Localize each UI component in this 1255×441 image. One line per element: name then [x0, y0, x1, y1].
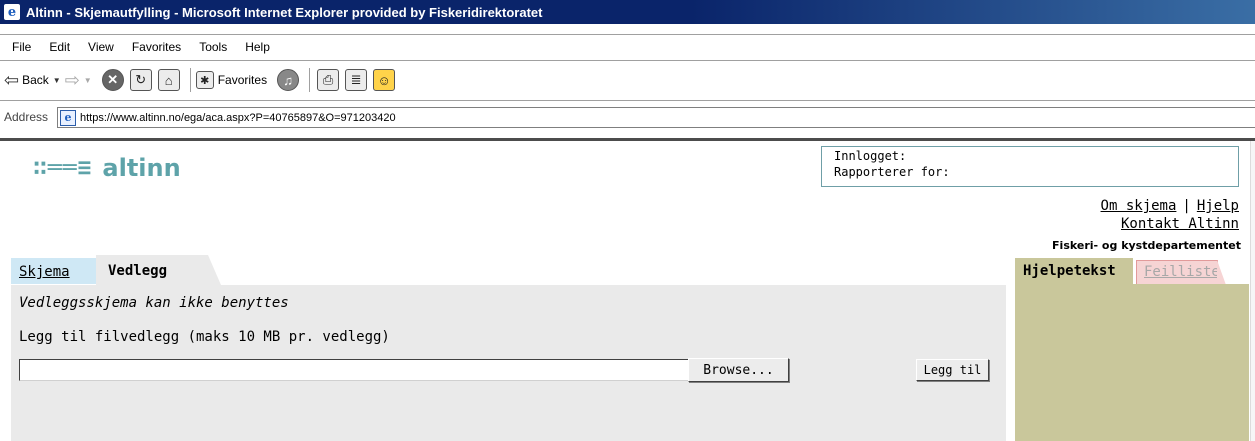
menu-separator	[0, 34, 1255, 36]
refresh-icon[interactable]: ↻	[129, 69, 152, 91]
tab-hjelpetekst[interactable]: Hjelpetekst	[1015, 258, 1133, 284]
attachments-panel: Vedleggsskjema kan ikke benyttes Legg ti…	[11, 285, 1006, 441]
address-separator	[0, 100, 1255, 102]
stop-icon[interactable]: ✕	[101, 69, 124, 91]
link-separator: |	[1182, 198, 1191, 214]
toolbar-divider-2	[309, 68, 312, 92]
tab-hjelpetekst-label: Hjelpetekst	[1023, 263, 1116, 279]
toolbar-divider	[189, 68, 192, 92]
toolbar-separator	[0, 60, 1255, 62]
altinn-logo-mark-icon: ∷══≡	[33, 155, 93, 181]
altinn-logo[interactable]: ∷══≡ altinn	[33, 150, 181, 186]
address-label: Address	[4, 110, 49, 124]
back-button[interactable]: ⇦ Back ▼	[4, 66, 65, 94]
help-link[interactable]: Hjelp	[1197, 198, 1239, 214]
back-dropdown-icon[interactable]: ▼	[53, 76, 61, 85]
menu-tools[interactable]: Tools	[189, 40, 235, 54]
address-input[interactable]: e https://www.altinn.no/ega/aca.aspx?P=4…	[57, 107, 1255, 128]
about-form-link[interactable]: Om skjema	[1101, 198, 1177, 214]
tab-feilliste[interactable]: Feilliste	[1136, 260, 1226, 285]
back-arrow-icon: ⇦	[4, 69, 20, 90]
altinn-logo-text: altinn	[102, 154, 181, 182]
menu-file[interactable]: File	[0, 40, 39, 54]
print-icon[interactable]: ⎙	[317, 69, 340, 91]
page-icon: e	[60, 109, 76, 126]
reporting-for-label: Rapporterer for:	[834, 165, 950, 179]
favorites-label: Favorites	[217, 73, 268, 87]
browse-button[interactable]: Browse...	[688, 358, 789, 382]
logged-in-label: Innlogget:	[834, 149, 907, 163]
login-info-box: Innlogget: Rapporterer for:	[821, 146, 1239, 187]
favorites-icon: ✱	[195, 71, 214, 89]
favorites-button[interactable]: ✱ Favorites	[195, 66, 268, 94]
help-text-panel	[1015, 284, 1249, 441]
media-icon[interactable]: ♫	[277, 69, 300, 91]
home-icon[interactable]: ⌂	[157, 69, 180, 91]
tab-skjema-label: Skjema	[19, 264, 70, 280]
header-links: Om skjema | Hjelp Kontakt Altinn	[1101, 197, 1239, 233]
menu-edit[interactable]: Edit	[39, 40, 78, 54]
messenger-icon[interactable]: ☺	[373, 69, 396, 91]
menu-view[interactable]: View	[78, 40, 122, 54]
forward-button[interactable]: ⇨ ▼	[65, 66, 96, 94]
forward-arrow-icon: ⇨	[64, 69, 80, 90]
menu-help[interactable]: Help	[235, 40, 278, 54]
forward-dropdown-icon[interactable]: ▼	[84, 76, 92, 85]
ie-logo-icon: e	[4, 4, 20, 20]
window-title: Altinn - Skjemautfylling - Microsoft Int…	[26, 4, 543, 20]
file-path-input[interactable]	[19, 359, 697, 381]
toolbar: ⇦ Back ▼ ⇨ ▼ ✕ ↻ ⌂ ✱ Favorites ♫ ⎙ ≣ ☺	[0, 64, 560, 96]
menu-bar: File Edit View Favorites Tools Help	[0, 37, 278, 57]
page-scrollbar-edge[interactable]	[1250, 141, 1255, 441]
file-upload-label: Legg til filvedlegg (maks 10 MB pr. vedl…	[19, 329, 390, 345]
department-name: Fiskeri- og kystdepartementet	[1052, 239, 1241, 252]
address-url: https://www.altinn.no/ega/aca.aspx?P=407…	[80, 111, 396, 124]
page-top-border	[0, 138, 1255, 141]
contact-link[interactable]: Kontakt Altinn	[1121, 216, 1239, 232]
tab-vedlegg[interactable]: Vedlegg	[96, 255, 221, 285]
back-label: Back	[22, 73, 49, 87]
address-bar: Address e https://www.altinn.no/ega/aca.…	[0, 105, 1255, 129]
tab-vedlegg-label: Vedlegg	[108, 263, 168, 279]
tab-skjema[interactable]: Skjema	[11, 258, 106, 284]
window-title-bar: e Altinn - Skjemautfylling - Microsoft I…	[0, 0, 1255, 24]
add-attachment-button[interactable]: Legg til	[916, 359, 989, 381]
edit-icon[interactable]: ≣	[345, 69, 368, 91]
attachments-notice: Vedleggsskjema kan ikke benyttes	[19, 295, 289, 311]
menu-favorites[interactable]: Favorites	[122, 40, 189, 54]
tab-feilliste-label: Feilliste	[1144, 264, 1220, 280]
